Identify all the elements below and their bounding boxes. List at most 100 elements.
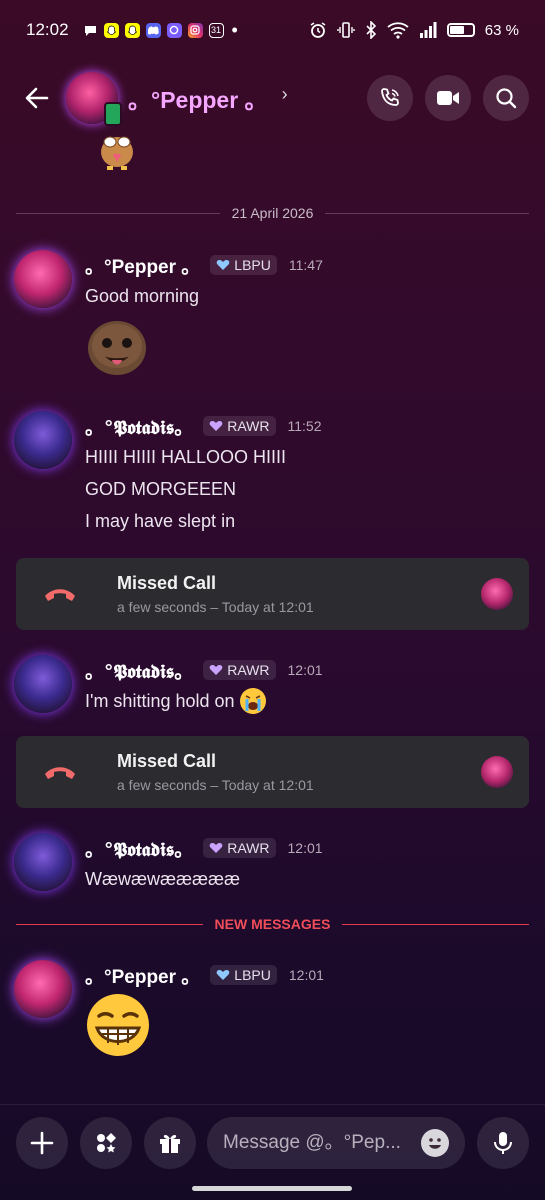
chevron-right-icon[interactable]: › [282,84,288,105]
voice-call-button[interactable] [367,75,413,121]
missed-call-card[interactable]: Missed Call a few seconds – Today at 12:… [16,558,529,630]
message-group: 。°𝕻𝖔𝖙𝖆𝖉𝖎𝖘。 RAWR 12:01 I'm shitting hold … [12,655,529,715]
guild-tag[interactable]: RAWR [203,838,276,858]
avatar[interactable] [14,411,72,469]
avatar[interactable] [14,655,72,713]
threads-icon [166,22,182,38]
microphone-icon [494,1132,512,1154]
author-name[interactable]: 。°Pepper 。 [85,962,200,989]
gift-button[interactable] [144,1117,196,1169]
status-right: 63 % [309,21,519,39]
snapchat-icon [103,22,119,38]
guild-tag[interactable]: RAWR [203,660,276,680]
message-text: Good morning [85,286,200,306]
heart-icon [209,421,223,431]
new-messages-divider: NEW MESSAGES [16,914,529,934]
grinning-emoji-icon[interactable] [85,992,151,1058]
call-participant-avatar[interactable] [481,578,513,610]
phone-call-icon [381,88,399,106]
guild-tag-label: LBPU [234,967,271,983]
message-body: I'm shitting hold on [85,685,529,717]
back-button[interactable] [16,77,58,119]
missed-call-icon [38,757,82,787]
message-group: 。°𝕻𝖔𝖙𝖆𝖉𝖎𝖘。 RAWR 12:01 Wæwæwæææææ [12,833,529,893]
timestamp: 12:01 [287,662,323,678]
home-indicator[interactable] [192,1186,352,1191]
apps-button[interactable] [80,1117,132,1169]
video-camera-icon [437,91,459,105]
message-text: I'm shitting hold on [85,691,235,711]
message-body [85,990,529,1063]
author-name[interactable]: 。°𝕻𝖔𝖙𝖆𝖉𝖎𝖘。 [85,835,193,862]
divider-line [16,923,203,925]
smiley-icon [422,1130,448,1156]
arrow-left-icon [25,87,49,109]
message-input-field[interactable] [207,1117,465,1169]
guild-tag-label: RAWR [227,662,270,678]
battery-percent: 63 % [484,21,519,39]
call-text: Missed Call a few seconds – Today at 12:… [117,751,314,793]
guild-tag[interactable]: RAWR [203,416,276,436]
heart-icon [216,970,230,980]
call-title: Missed Call [117,573,217,593]
message-text: HIIII HIIII HALLOOO HIIII [85,447,287,467]
divider-line [342,923,529,925]
message-header: 。°Pepper 。 LBPU 12:01 [85,960,529,990]
message-header: 。°𝕻𝖔𝖙𝖆𝖉𝖎𝖘。 RAWR 12:01 [85,655,529,685]
guild-tag[interactable]: LBPU [210,965,277,985]
chat-bubble-icon [83,23,98,38]
message-input[interactable] [223,1132,403,1154]
header-actions [367,75,529,121]
missed-call-card[interactable]: Missed Call a few seconds – Today at 12:… [16,736,529,808]
date-divider-label: 21 April 2026 [231,205,314,221]
owl-sticker[interactable] [95,128,139,170]
message-group: 。°Pepper 。 LBPU 12:01 [12,960,529,1060]
divider-line [16,212,220,214]
author-name[interactable]: 。°𝕻𝖔𝖙𝖆𝖉𝖎𝖘。 [85,413,193,440]
timestamp: 11:52 [287,418,322,434]
heart-icon [209,665,223,675]
call-subtitle: a few seconds – Today at 12:01 [117,777,314,793]
date-divider: 21 April 2026 [16,203,530,223]
header-avatar[interactable] [66,72,122,126]
add-attachment-button[interactable] [16,1117,68,1169]
apps-icon [97,1133,116,1153]
call-participant-avatar[interactable] [481,756,513,788]
author-name[interactable]: 。°𝕻𝖔𝖙𝖆𝖉𝖎𝖘。 [85,657,193,684]
heart-icon [209,843,223,853]
bluetooth-icon [366,21,376,39]
avatar[interactable] [14,250,72,308]
header-contact-name[interactable]: 。°Pepper 。 [128,81,268,115]
guild-tag-label: RAWR [227,418,270,434]
more-notifications-dot: • [231,19,238,40]
call-title: Missed Call [117,751,217,771]
message-body: Wæwæwæææææ [85,863,529,895]
message-body: Good morning [85,280,529,385]
wifi-icon [387,22,409,39]
discord-icon [145,22,161,38]
crying-emoji-icon [239,688,266,714]
call-subtitle: a few seconds – Today at 12:01 [117,599,314,615]
guild-tag[interactable]: LBPU [210,255,277,275]
snapchat-icon-2 [124,22,140,38]
guild-tag-label: RAWR [227,840,270,856]
sackboy-sticker[interactable] [85,316,149,380]
avatar[interactable] [14,960,72,1018]
message-header: 。°𝕻𝖔𝖙𝖆𝖉𝖎𝖘。 RAWR 12:01 [85,833,529,863]
divider-line [325,212,530,214]
message-group: 。°𝕻𝖔𝖙𝖆𝖉𝖎𝖘。 RAWR 11:52 HIIII HIIII HALLOO… [12,411,529,541]
status-bar: 12:02 31 • 63 % [0,0,545,60]
new-messages-label: NEW MESSAGES [214,916,331,932]
chat-header: 。°Pepper 。 › [0,60,545,136]
gift-icon [160,1134,180,1153]
calendar-icon: 31 [208,22,224,38]
message-text: Wæwæwæææææ [85,869,241,889]
avatar[interactable] [14,833,72,891]
author-name[interactable]: 。°Pepper 。 [85,252,200,279]
video-call-button[interactable] [425,75,471,121]
emoji-picker-button[interactable] [421,1129,449,1157]
timestamp: 11:47 [288,257,323,273]
battery-icon [446,23,475,37]
voice-message-button[interactable] [477,1117,529,1169]
search-button[interactable] [483,75,529,121]
